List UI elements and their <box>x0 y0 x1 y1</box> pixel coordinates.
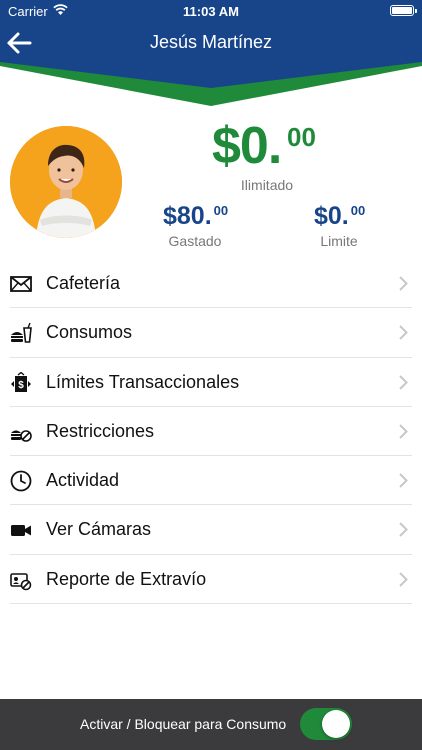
chevron-right-icon <box>399 325 408 341</box>
spent-main: $80. <box>163 202 212 230</box>
menu-item-label: Restricciones <box>46 420 155 441</box>
food-blocked-icon <box>10 421 32 443</box>
balance-cents: 00 <box>287 122 316 152</box>
menu-list: Cafetería Consumos $ Límites Transaccion <box>10 259 412 605</box>
limit-cents: 00 <box>350 203 366 218</box>
header: Carrier 11:03 AM Jesús Martínez <box>0 0 422 108</box>
menu-item-label: Consumos <box>46 322 133 343</box>
envelope-icon <box>10 273 32 295</box>
chevron-right-icon <box>399 374 408 390</box>
avatar <box>10 126 122 238</box>
menu-item-camaras[interactable]: Ver Cámaras <box>10 505 412 555</box>
limit-amount: $0. 00 <box>314 202 365 231</box>
spent-cents: 00 <box>213 203 229 218</box>
chevron-right-icon <box>399 424 408 439</box>
chevron-right-icon <box>399 522 408 538</box>
toggle-knob <box>322 710 350 738</box>
balance-amount: $0. 00 <box>212 118 322 178</box>
limit-label: Limite <box>320 233 358 249</box>
chevron-right-icon <box>399 473 408 488</box>
page-title: Jesús Martínez <box>149 32 273 52</box>
menu-item-consumos[interactable]: Consumos <box>10 308 412 358</box>
card-blocked-icon <box>10 569 32 591</box>
spent-amount: $80. 00 <box>163 202 228 231</box>
status-time: 11:03 AM <box>183 4 239 19</box>
menu-item-actividad[interactable]: Actividad <box>10 456 412 506</box>
bottom-bar: Activar / Bloquear para Consumo <box>0 699 422 750</box>
menu-item-label: Reporte de Extravío <box>46 568 207 589</box>
menu-item-cafeteria[interactable]: Cafetería <box>10 259 412 309</box>
food-drink-icon <box>10 322 32 344</box>
balance-main: $0. <box>212 117 282 175</box>
menu-item-label: Ver Cámaras <box>46 519 152 540</box>
menu-item-limites[interactable]: $ Límites Transaccionales <box>10 358 412 407</box>
clock-icon <box>10 470 32 492</box>
menu-item-restricciones[interactable]: Restricciones <box>10 407 412 457</box>
svg-text:$: $ <box>18 380 24 391</box>
chevron-right-icon <box>399 572 408 587</box>
consumption-toggle[interactable] <box>300 708 352 740</box>
chevron-right-icon <box>399 276 408 291</box>
money-limit-icon: $ <box>10 371 32 394</box>
consumption-toggle-label: Activar / Bloquear para Consumo <box>80 716 287 732</box>
spent-label: Gastado <box>168 233 222 249</box>
video-camera-icon <box>10 519 32 541</box>
menu-item-label: Actividad <box>46 470 120 491</box>
menu-item-label: Límites Transaccionales <box>46 371 240 392</box>
menu-item-label: Cafetería <box>46 273 121 293</box>
limit-main: $0. <box>314 202 349 230</box>
menu-item-extravio[interactable]: Reporte de Extravío <box>10 555 412 605</box>
battery-icon <box>390 5 417 16</box>
child-photo <box>10 126 122 238</box>
balance-label: Ilimitado <box>240 177 294 193</box>
status-bar: Carrier 11:03 AM <box>0 0 422 22</box>
